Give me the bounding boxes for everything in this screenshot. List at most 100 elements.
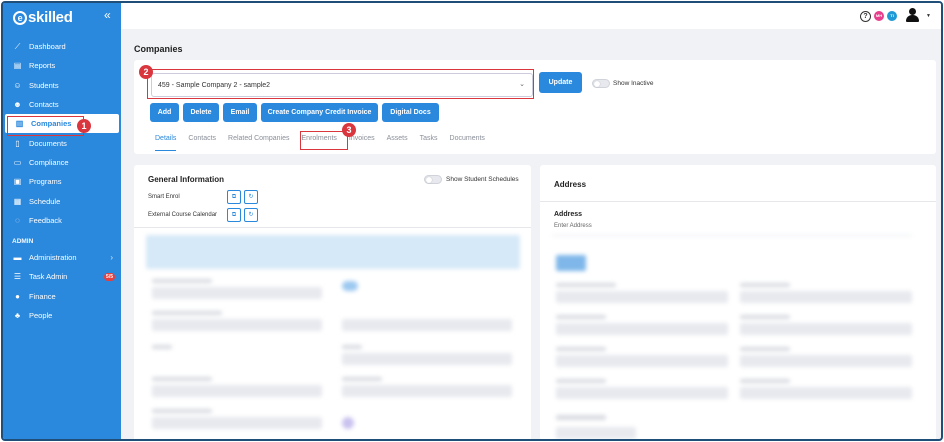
blurred-divider <box>552 235 912 236</box>
create-credit-invoice-button[interactable]: Create Company Credit Invoice <box>261 103 378 122</box>
help-icon[interactable]: ? <box>860 10 872 22</box>
add-button[interactable]: Add <box>150 103 179 122</box>
sidebar-item-finance[interactable]: ● Finance <box>3 287 121 306</box>
annotation-marker-1: 1 <box>77 119 91 133</box>
annotation-marker-2: 2 <box>139 65 153 79</box>
blurred-label <box>556 347 606 351</box>
address-section-title: Address <box>554 211 583 218</box>
show-inactive-toggle[interactable] <box>592 79 610 88</box>
top-icons: ? MH TI ▼ <box>860 8 931 24</box>
blurred-address-region <box>540 231 936 439</box>
sidebar-item-schedule[interactable]: ▦ Schedule <box>3 191 121 210</box>
admin-icon: ▬ <box>13 253 22 263</box>
sidebar-item-contacts[interactable]: ☻ Contacts <box>3 95 121 114</box>
app-window: e skilled « ⟋ Dashboard ▤ Reports ☺ Students… <box>1 1 943 441</box>
finance-icon: ● <box>15 291 20 301</box>
tab-documents[interactable]: Documents <box>450 135 485 148</box>
refresh-icon[interactable]: ↻ <box>244 208 258 222</box>
blurred-field <box>152 385 322 397</box>
annotation-marker-3: 3 <box>342 123 356 137</box>
address-card-title: Address <box>554 180 587 189</box>
blurred-field <box>556 387 728 399</box>
calendar-icon: ▦ <box>13 196 22 206</box>
sidebar-item-task-admin[interactable]: ☰ Task Admin 5/5 <box>3 267 121 286</box>
blurred-field <box>342 319 512 331</box>
copy-icon[interactable]: ⧉ <box>227 208 241 222</box>
tab-details[interactable]: Details <box>155 135 177 151</box>
sidebar: e skilled « ⟋ Dashboard ▤ Reports ☺ Students… <box>3 3 121 439</box>
update-button[interactable]: Update <box>539 72 582 93</box>
tab-tasks[interactable]: Tasks <box>420 135 438 148</box>
blurred-label <box>152 377 212 381</box>
sidebar-item-dashboard[interactable]: ⟋ Dashboard <box>3 37 121 56</box>
annotation-box-3 <box>300 131 348 150</box>
blurred-label <box>740 283 790 287</box>
logo-mark: e <box>13 11 27 25</box>
blurred-banner <box>146 235 520 269</box>
blurred-field <box>740 291 912 303</box>
delete-button[interactable]: Delete <box>183 103 219 122</box>
blurred-label <box>152 279 212 283</box>
task-count-badge: 5/5 <box>104 272 115 281</box>
blurred-label <box>740 379 790 383</box>
feedback-icon: ◌ <box>15 215 20 225</box>
blurred-field <box>556 291 728 303</box>
tab-assets[interactable]: Assets <box>387 135 408 148</box>
blurred-toggle <box>342 281 358 291</box>
tab-related-companies[interactable]: Related Companies <box>228 135 289 148</box>
general-information-card: General Information Show Student Schedul… <box>134 165 531 439</box>
blurred-label <box>740 315 790 319</box>
chart-line-icon: ⟋ <box>14 41 21 51</box>
email-button[interactable]: Email <box>223 103 257 122</box>
blurred-label <box>152 409 212 413</box>
user-avatar-ti[interactable]: TI <box>887 11 898 21</box>
caret-down-icon[interactable]: ▼ <box>926 13 931 19</box>
sidebar-item-administration[interactable]: ▬ Administration › <box>3 248 121 267</box>
blurred-field <box>740 387 912 399</box>
show-student-schedules-toggle[interactable] <box>424 175 442 184</box>
double-chevron-left-icon[interactable]: « <box>104 8 111 22</box>
document-icon: ▯ <box>15 138 20 148</box>
blurred-field <box>740 323 912 335</box>
blurred-label <box>556 283 616 287</box>
sidebar-item-feedback[interactable]: ◌ Feedback <box>3 211 121 230</box>
copy-icon[interactable]: ⧉ <box>227 190 241 204</box>
blurred-label <box>556 315 606 319</box>
divider <box>540 201 936 202</box>
blurred-field <box>556 355 728 367</box>
user-profile-icon[interactable] <box>904 8 922 24</box>
show-student-schedules-label: Show Student Schedules <box>446 176 519 183</box>
sidebar-item-compliance[interactable]: ▭ Compliance <box>3 153 121 172</box>
user-avatar-mh[interactable]: MH <box>874 11 885 21</box>
blurred-label <box>556 415 606 420</box>
enter-address-label[interactable]: Enter Address <box>554 223 592 229</box>
tasks-icon: ☰ <box>13 272 22 282</box>
blurred-field <box>342 353 512 365</box>
digital-docs-button[interactable]: Digital Docs <box>382 103 439 122</box>
blurred-label <box>342 377 382 381</box>
sidebar-item-programs[interactable]: ▣ Programs <box>3 172 121 191</box>
blurred-radio <box>342 417 354 429</box>
blurred-form-region <box>134 231 531 439</box>
tab-contacts[interactable]: Contacts <box>188 135 216 148</box>
blurred-label <box>740 347 790 351</box>
external-calendar-label: External Course Calendar <box>148 212 218 218</box>
blurred-field <box>152 417 322 429</box>
annotation-box-2 <box>147 69 534 99</box>
blurred-field <box>342 385 512 397</box>
sidebar-item-reports[interactable]: ▤ Reports <box>3 56 121 75</box>
sidebar-item-people[interactable]: ♣ People <box>3 306 121 325</box>
refresh-icon[interactable]: ↻ <box>244 190 258 204</box>
blurred-label <box>152 345 172 349</box>
sidebar-item-documents[interactable]: ▯ Documents <box>3 133 121 152</box>
smart-enrol-label: Smart Enrol <box>148 194 180 200</box>
general-information-title: General Information <box>148 175 225 184</box>
sidebar-item-students[interactable]: ☺ Students <box>3 76 121 95</box>
annotation-box-1 <box>7 116 84 136</box>
address-card: Address Address Enter Address <box>540 165 936 439</box>
app-logo[interactable]: e skilled <box>13 9 73 26</box>
compliance-icon: ▭ <box>13 157 22 167</box>
divider <box>134 227 531 228</box>
page-title: Companies <box>134 44 183 54</box>
tab-invoices[interactable]: Invoices <box>349 135 375 148</box>
